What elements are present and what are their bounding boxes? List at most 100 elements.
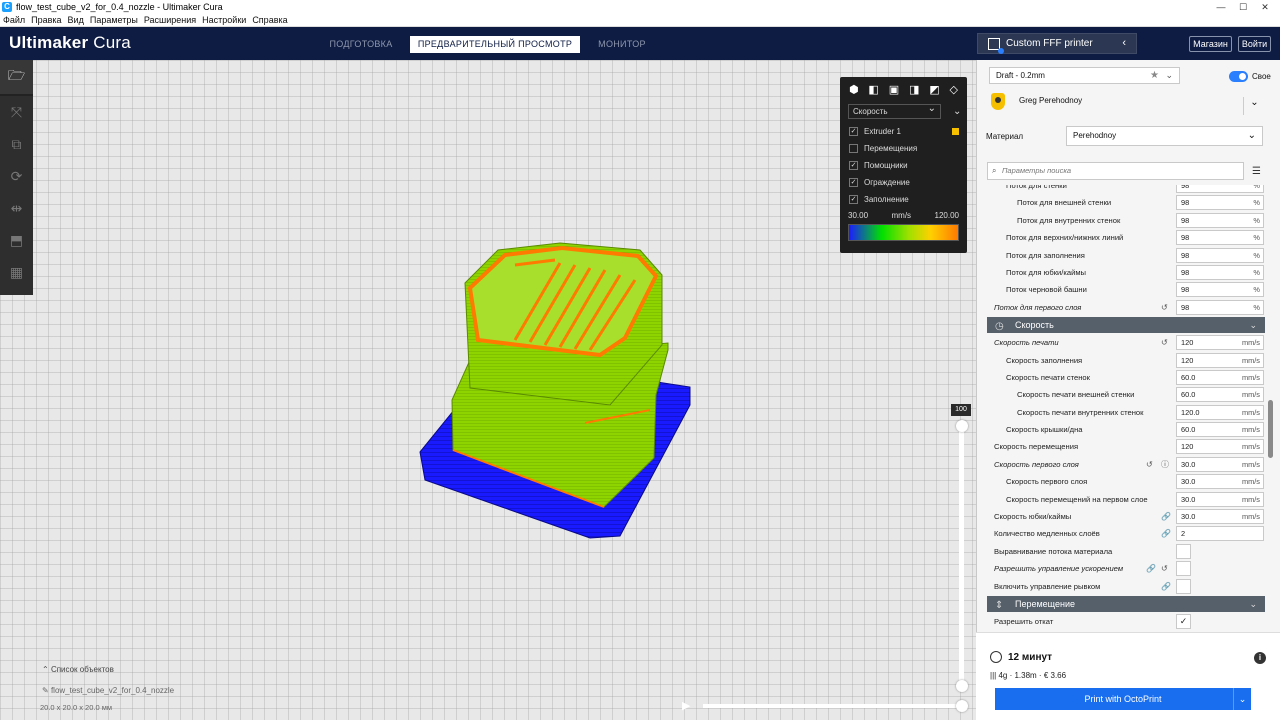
- chevron-down-icon[interactable]: ⌄: [1243, 97, 1265, 115]
- menu-help[interactable]: Справка: [252, 15, 287, 25]
- setting-input[interactable]: 120 mm/s: [1176, 439, 1264, 455]
- play-icon[interactable]: ▶: [682, 699, 690, 712]
- printer-selector[interactable]: Custom FFF printer ‹: [977, 33, 1137, 54]
- view-left-icon[interactable]: ◨: [909, 83, 919, 101]
- support-blocker-tool[interactable]: ▦: [0, 256, 33, 288]
- setting-input[interactable]: 120 mm/s: [1176, 335, 1264, 351]
- view-top-icon[interactable]: ▣: [889, 83, 899, 101]
- setting-checkbox[interactable]: ✓: [1176, 613, 1191, 629]
- path-slider-handle[interactable]: [956, 700, 968, 712]
- custom-mode-toggle[interactable]: Свое: [1229, 71, 1271, 82]
- reset-icon[interactable]: ↺: [1161, 334, 1168, 351]
- print-button[interactable]: Print with OctoPrint: [995, 688, 1251, 710]
- menu-settings[interactable]: Параметры: [90, 15, 138, 25]
- view-option-shell[interactable]: ✓ Ограждение: [840, 174, 967, 191]
- info-icon[interactable]: ⓘ: [1161, 456, 1169, 473]
- print-options-chevron-icon[interactable]: ⌄: [1233, 688, 1251, 710]
- minimize-icon[interactable]: —: [1210, 0, 1232, 14]
- setting-input[interactable]: 30.0 mm/s: [1176, 456, 1264, 472]
- setting-input[interactable]: 2: [1176, 526, 1264, 542]
- setting-row: Скорость первого слоя ↺ ⓘ 30.0 mm/s: [987, 456, 1265, 473]
- profile-dropdown[interactable]: Draft - 0.2mm ★ ⌄: [989, 67, 1180, 84]
- reset-icon[interactable]: ↺: [1161, 560, 1168, 577]
- reset-icon[interactable]: ↺: [1146, 456, 1153, 473]
- layer-slider-track[interactable]: [959, 425, 964, 687]
- move-tool[interactable]: ⤧: [0, 96, 33, 128]
- menu-preferences[interactable]: Настройки: [202, 15, 246, 25]
- layer-number-badge[interactable]: 100: [951, 404, 971, 416]
- view-option-helpers[interactable]: ✓ Помощники: [840, 157, 967, 174]
- view-option-travels[interactable]: Перемещения: [840, 140, 967, 157]
- setting-input[interactable]: 30.0 mm/s: [1176, 509, 1264, 525]
- 3d-viewport[interactable]: [0, 60, 976, 720]
- tab-preview[interactable]: ПРЕДВАРИТЕЛЬНЫЙ ПРОСМОТР: [410, 36, 580, 53]
- info-icon[interactable]: i: [1254, 652, 1266, 664]
- toggle-switch[interactable]: [1229, 71, 1248, 82]
- setting-input[interactable]: 98%: [1176, 185, 1264, 193]
- close-icon[interactable]: ✕: [1254, 0, 1276, 14]
- setting-input[interactable]: 120.0 mm/s: [1176, 404, 1264, 420]
- view-right-icon[interactable]: ◩: [929, 83, 939, 101]
- maximize-icon[interactable]: ☐: [1232, 0, 1254, 14]
- setting-input[interactable]: 60.0 mm/s: [1176, 369, 1264, 385]
- menu-extensions[interactable]: Расширения: [144, 15, 196, 25]
- layer-slider-bottom-handle[interactable]: [956, 680, 968, 692]
- settings-search-input[interactable]: ⌕ Параметры поиска: [987, 162, 1244, 180]
- settings-menu-icon[interactable]: ☰: [1252, 166, 1261, 177]
- checkbox-icon[interactable]: ✓: [849, 127, 858, 136]
- checkbox-icon[interactable]: [849, 144, 858, 153]
- color-scheme-select[interactable]: Скорость: [848, 102, 941, 119]
- setting-input[interactable]: 60.0 mm/s: [1176, 422, 1264, 438]
- object-list-toggle[interactable]: ⌃ Список объектов: [42, 665, 114, 674]
- per-model-settings-tool[interactable]: ⬒: [0, 224, 33, 256]
- view-front-icon[interactable]: ◧: [868, 83, 878, 101]
- checkbox-icon[interactable]: ✓: [849, 178, 858, 187]
- menu-edit[interactable]: Правка: [31, 15, 61, 25]
- pencil-icon[interactable]: ✎: [42, 686, 49, 695]
- category-travel[interactable]: ⇕ Перемещение ⌄: [987, 595, 1265, 612]
- scale-tool[interactable]: ⧉: [0, 128, 33, 160]
- setting-checkbox[interactable]: [1176, 543, 1191, 559]
- view-option-extruder[interactable]: ✓ Extruder 1: [840, 123, 967, 140]
- chevron-down-icon: ⌄: [1249, 320, 1257, 331]
- mirror-tool[interactable]: ⇹: [0, 192, 33, 224]
- setting-input[interactable]: 98%: [1176, 212, 1264, 228]
- setting-input[interactable]: 30.0 mm/s: [1176, 491, 1264, 507]
- reset-icon[interactable]: ↺: [1161, 299, 1168, 316]
- setting-input[interactable]: 98%: [1176, 195, 1264, 211]
- travel-icon: ⇕: [995, 599, 1004, 611]
- checkbox-icon[interactable]: ✓: [849, 195, 858, 204]
- path-slider-track[interactable]: [703, 704, 963, 708]
- setting-checkbox[interactable]: [1176, 578, 1191, 594]
- material-dropdown[interactable]: Perehodnoy ⌄: [1066, 126, 1263, 146]
- marketplace-button[interactable]: Магазин: [1189, 36, 1232, 52]
- open-file-button[interactable]: 🗁: [0, 60, 33, 96]
- menu-file[interactable]: Файл: [3, 15, 25, 25]
- extruder-tab[interactable]: Greg Perehodnoy ⌄: [989, 90, 1265, 118]
- print-settings-panel: Draft - 0.2mm ★ ⌄ Свое Greg Perehodnoy ⌄…: [976, 60, 1280, 720]
- setting-input[interactable]: 60.0 mm/s: [1176, 387, 1264, 403]
- setting-checkbox[interactable]: [1176, 561, 1191, 577]
- tab-monitor[interactable]: МОНИТОР: [588, 36, 656, 53]
- star-icon[interactable]: ★: [1150, 68, 1159, 83]
- login-button[interactable]: Войти: [1238, 36, 1271, 52]
- view-3d-icon[interactable]: ⬢: [849, 83, 859, 101]
- settings-scrollbar[interactable]: [1268, 400, 1273, 458]
- checkbox-icon[interactable]: ✓: [849, 161, 858, 170]
- setting-input[interactable]: 98%: [1176, 247, 1264, 263]
- setting-input[interactable]: 98%: [1176, 299, 1264, 315]
- chevron-down-icon[interactable]: ⌄: [953, 106, 961, 117]
- category-speed[interactable]: ◷ Скорость ⌄: [987, 317, 1265, 334]
- setting-input[interactable]: 98%: [1176, 282, 1264, 298]
- setting-input[interactable]: 120 mm/s: [1176, 352, 1264, 368]
- view-option-infill[interactable]: ✓ Заполнение: [840, 191, 967, 208]
- setting-row: Скорость крышки/дна 60.0 mm/s: [987, 421, 1265, 438]
- setting-input[interactable]: 98%: [1176, 230, 1264, 246]
- rotate-tool[interactable]: ⟳: [0, 160, 33, 192]
- setting-input[interactable]: 30.0 mm/s: [1176, 474, 1264, 490]
- menu-view[interactable]: Вид: [68, 15, 84, 25]
- xray-icon[interactable]: ◇: [950, 83, 958, 101]
- layer-slider-top-handle[interactable]: [956, 420, 968, 432]
- tab-prepare[interactable]: ПОДГОТОВКА: [320, 36, 402, 53]
- setting-input[interactable]: 98%: [1176, 264, 1264, 280]
